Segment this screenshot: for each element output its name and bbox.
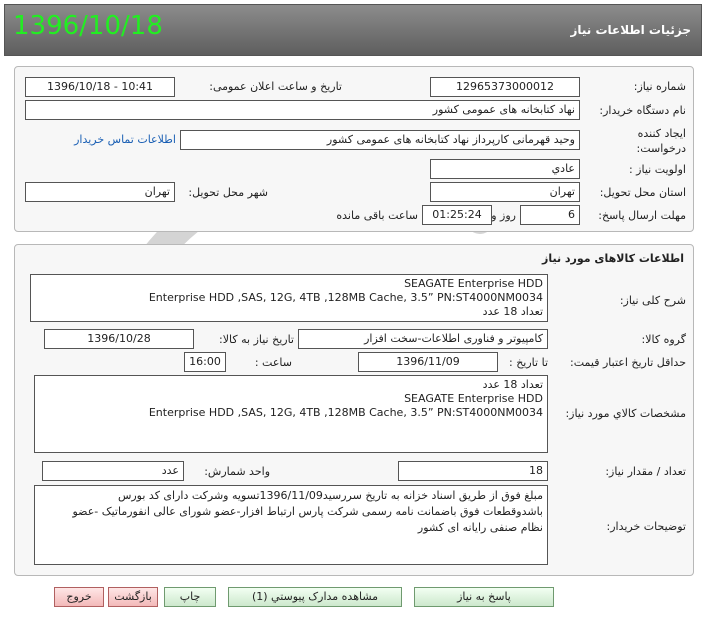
- city-label: شهر محل تحویل:: [188, 186, 268, 199]
- until-date-label: تا تاریخ :: [509, 356, 548, 369]
- print-button[interactable]: چاپ: [164, 587, 216, 607]
- buyer-org-field: نهاد کتابخانه های عمومی کشور: [25, 100, 580, 120]
- province-field: تهران: [430, 182, 580, 202]
- creator-label-text: ایجاد کننده درخواست:: [636, 127, 686, 155]
- province-label: استان محل تحویل:: [599, 186, 686, 199]
- creator-field: وحید قهرمانی کارپرداز نهاد کتابخانه های …: [180, 130, 580, 150]
- specs-label: مشخصات کالاي مورد نیاز:: [565, 407, 686, 420]
- buyer-org-label: نام دستگاه خریدار:: [599, 104, 686, 117]
- goods-group-field: کامپیوتر و فناوری اطلاعات-سخت افزار: [298, 329, 548, 349]
- specs-field: تعداد 18 عدد SEAGATE Enterprise HDD Ente…: [34, 375, 548, 453]
- view-attachments-button[interactable]: مشاهده مدارک پیوستي (1): [228, 587, 402, 607]
- city-field: تهران: [25, 182, 175, 202]
- need-number-label: شماره نیاز:: [633, 80, 686, 93]
- priority-field: عادي: [430, 159, 580, 179]
- header-date: 1396/10/18: [13, 11, 163, 41]
- hour-label: ساعت :: [254, 356, 292, 369]
- general-desc-line: SEAGATE Enterprise HDD: [404, 277, 543, 290]
- buyer-contact-link[interactable]: اطلاعات تماس خریدار: [66, 133, 176, 146]
- creator-label: ایجاد کننده درخواست:: [596, 126, 686, 156]
- general-desc-field: SEAGATE Enterprise HDD Enterprise HDD ,S…: [30, 274, 548, 322]
- price-validity-label: حداقل تاریخ اعتبار قیمت:: [570, 356, 686, 369]
- buyer-notes-field: مبلغ فوق از طریق اسناد خزانه به تاریخ سر…: [34, 485, 548, 565]
- buyer-notes-label: توضیحات خریدار:: [606, 520, 687, 533]
- general-desc-line: تعداد 18 عدد: [482, 305, 543, 318]
- announce-field: 1396/10/18 - 10:41: [25, 77, 175, 97]
- qty-field: 18: [398, 461, 548, 481]
- goods-group-label: گروه کالا:: [641, 333, 686, 346]
- days-word: روز و: [491, 209, 516, 222]
- page-title: جزئیات اطلاعات نیاز: [570, 23, 691, 37]
- buyer-notes-line: باشدوقطعات فوق باضمانت نامه رسمی شرکت پا…: [72, 505, 543, 518]
- goods-section-title: اطلاعات کالاهای مورد نیاز: [542, 252, 684, 265]
- specs-line: SEAGATE Enterprise HDD: [404, 392, 543, 405]
- need-number-field: 1296537300001‌2: [430, 77, 580, 97]
- remaining-word: ساعت باقی مانده: [336, 209, 418, 222]
- specs-line: تعداد 18 عدد: [482, 378, 543, 391]
- unit-label: واحد شمارش:: [204, 465, 270, 478]
- until-date-field: 1396/11/09: [358, 352, 498, 372]
- page-header: 1396/10/18 جزئیات اطلاعات نیاز: [4, 4, 702, 56]
- qty-label: تعداد / مقدار نیاز:: [605, 465, 686, 478]
- deadline-label: مهلت ارسال پاسخ:: [598, 209, 686, 222]
- need-date-label: تاریخ نیاز به کالا:: [219, 333, 294, 346]
- hour-field: 16:00: [184, 352, 226, 372]
- announce-label: تاریخ و ساعت اعلان عمومی:: [209, 80, 342, 93]
- deadline-time-field: 01:25:24: [422, 205, 492, 225]
- specs-line: Enterprise HDD ,SAS, 12G, 4TB ,128MB Cac…: [148, 406, 543, 419]
- priority-label: اولویت نیاز :: [628, 163, 686, 176]
- buyer-notes-line: نظام صنفی رایانه ای کشور: [417, 521, 543, 534]
- general-desc-line: Enterprise HDD ,SAS, 12G, 4TB ,128MB Cac…: [148, 291, 543, 304]
- buyer-notes-line: مبلغ فوق از طریق اسناد خزانه به تاریخ سر…: [117, 489, 543, 502]
- back-button[interactable]: بازگشت: [108, 587, 158, 607]
- reply-button[interactable]: پاسخ به نیاز: [414, 587, 554, 607]
- general-desc-label: شرح کلی نیاز:: [619, 294, 686, 307]
- exit-button[interactable]: خروج: [54, 587, 104, 607]
- unit-field: عدد: [42, 461, 184, 481]
- deadline-days-field: 6: [520, 205, 580, 225]
- need-date-field: 1396/10/28: [44, 329, 194, 349]
